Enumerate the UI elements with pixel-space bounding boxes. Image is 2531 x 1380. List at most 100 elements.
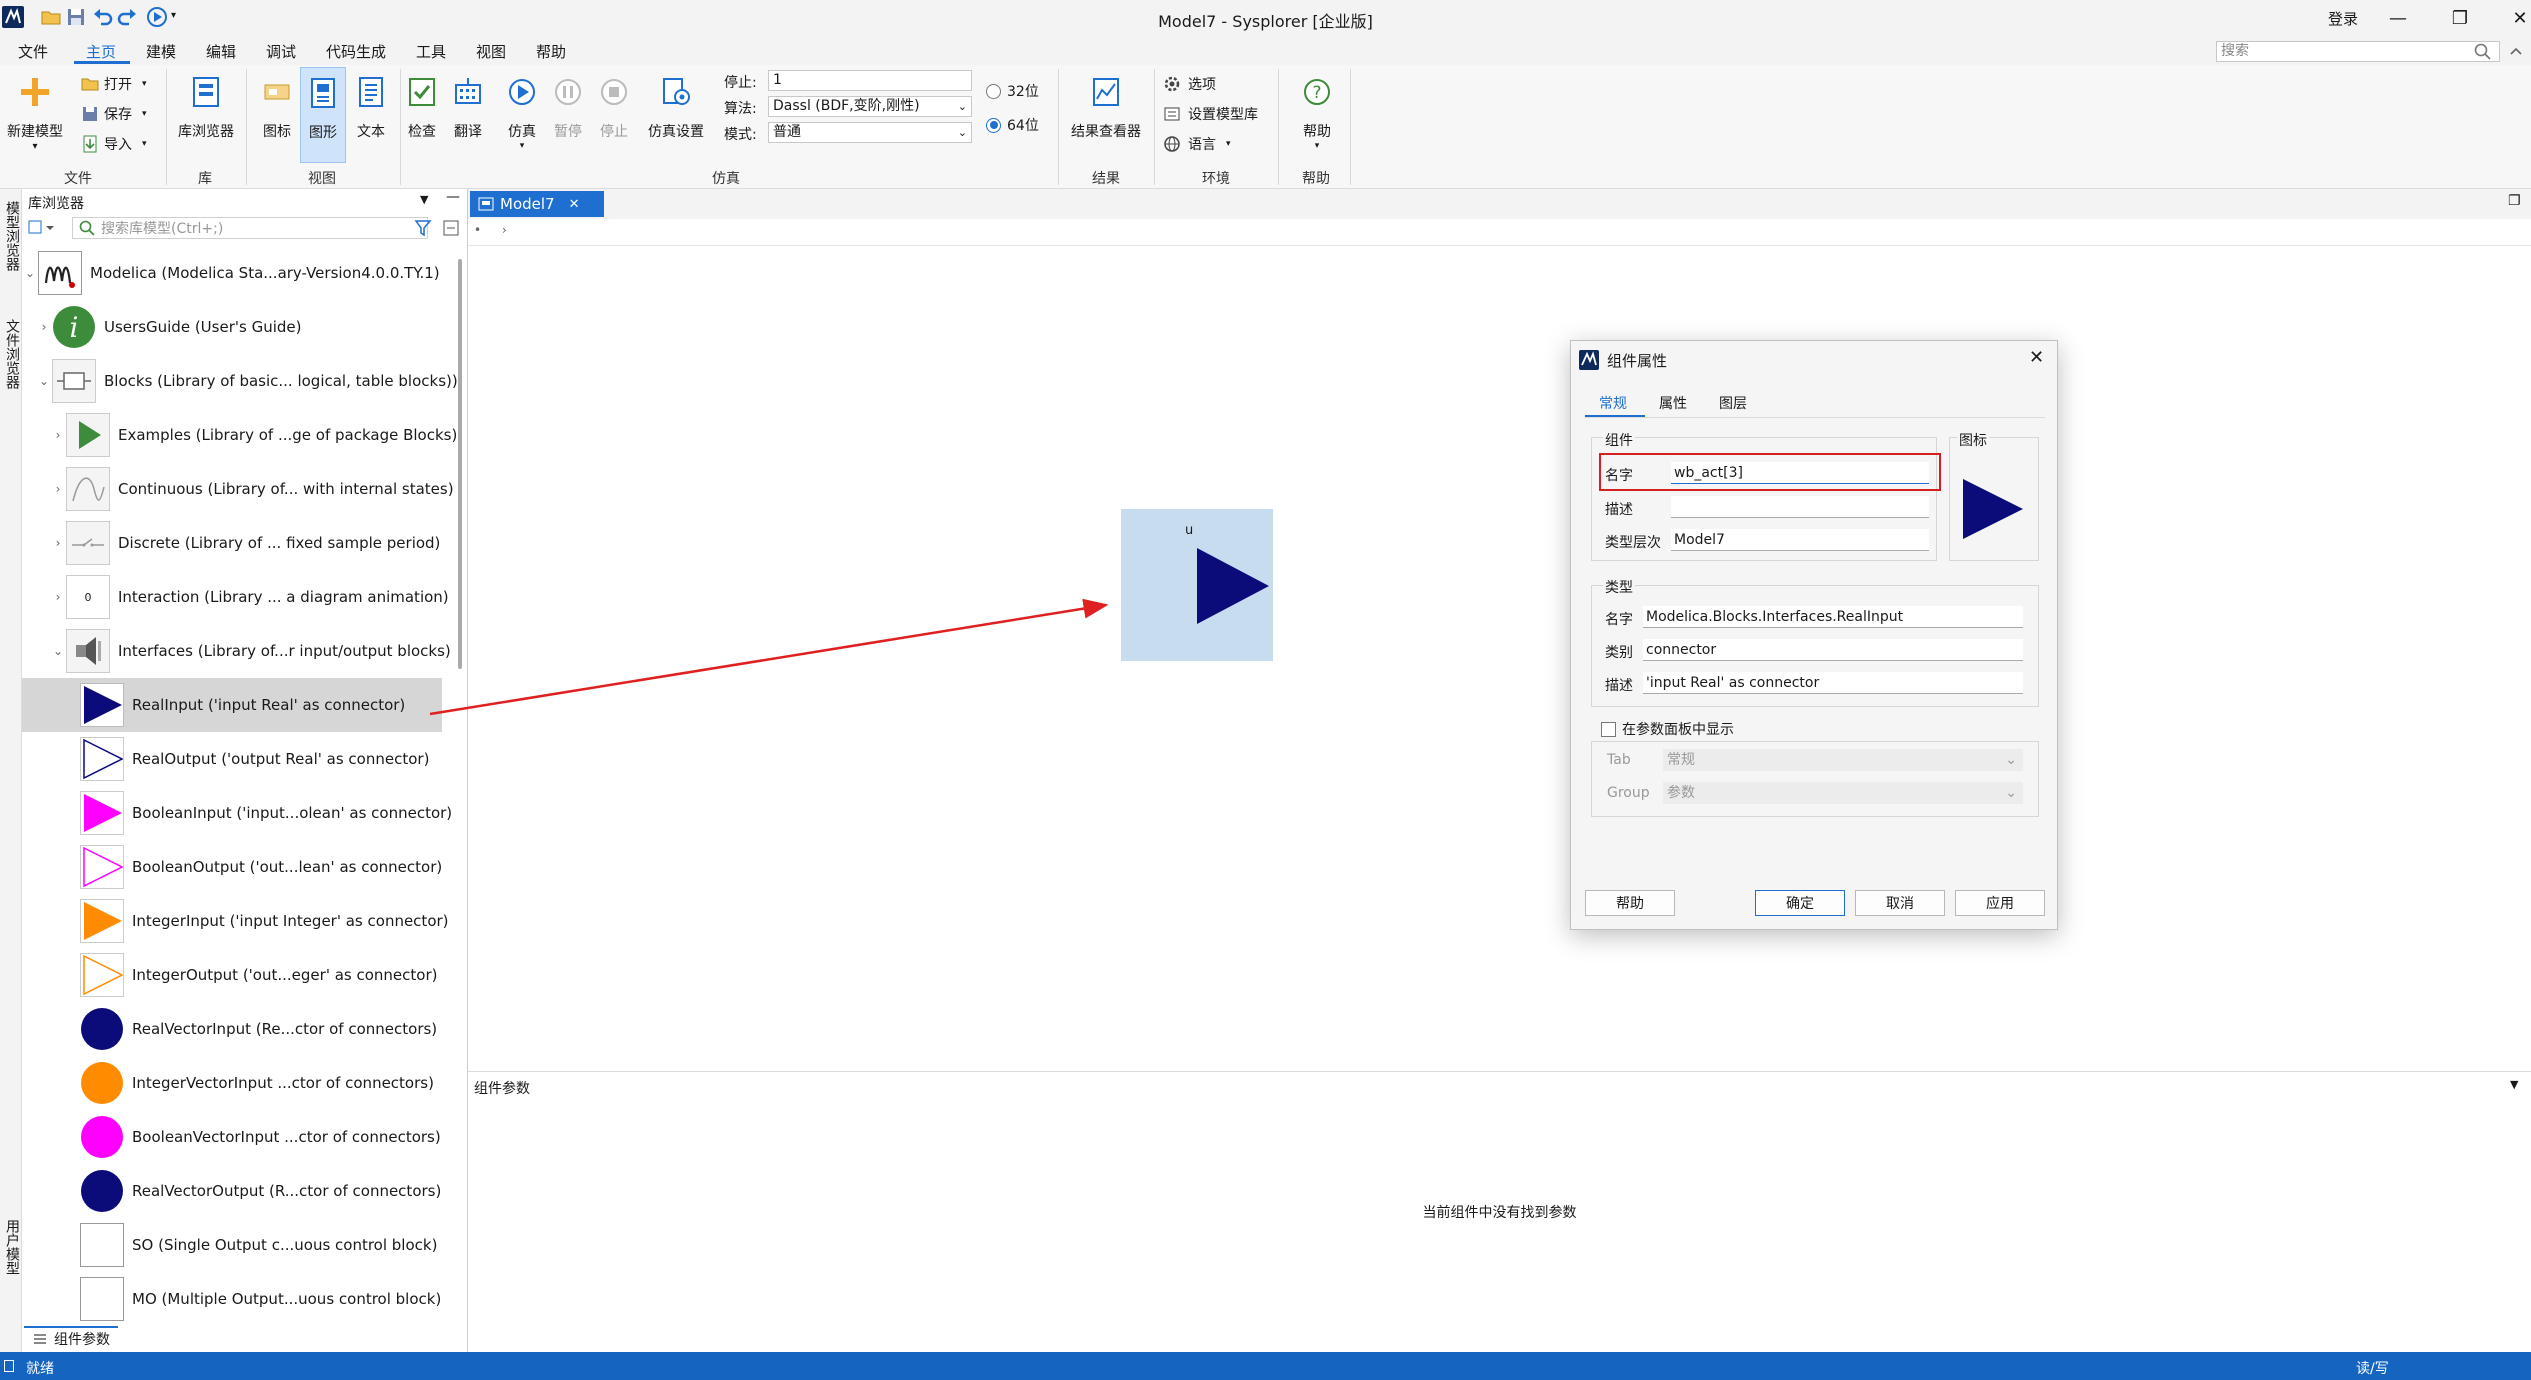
type-name-input[interactable]: Modelica.Blocks.Interfaces.RealInput: [1643, 606, 2023, 628]
group-field-select[interactable]: 参数 ⌄: [1663, 782, 2023, 804]
tab-view[interactable]: 视图: [476, 41, 506, 62]
chevron-right-icon[interactable]: ›: [50, 590, 66, 604]
help-button[interactable]: ? 帮助 ▾: [1290, 75, 1344, 165]
show-in-panel-checkbox[interactable]: 在参数面板中显示: [1601, 719, 1734, 739]
cancel-button[interactable]: 取消: [1855, 890, 1945, 916]
type-category-input[interactable]: connector: [1643, 639, 2023, 661]
stop-button[interactable]: 停止: [594, 75, 634, 155]
tree-item-usersguide[interactable]: › i UsersGuide (User's Guide): [22, 300, 462, 354]
description-input[interactable]: [1671, 496, 1929, 518]
algorithm-select[interactable]: Dassl (BDF,变阶,刚性) ⌄: [768, 96, 972, 117]
tab-help[interactable]: 帮助: [536, 41, 566, 62]
chevron-down-icon[interactable]: ⌄: [50, 644, 66, 658]
dialog-tab-layer[interactable]: 图层: [1719, 393, 1747, 413]
type-level-input[interactable]: Model7: [1671, 529, 1929, 551]
breadcrumb-arrow-icon[interactable]: ›: [502, 223, 507, 237]
language-button[interactable]: 语言 ▾: [1162, 133, 1231, 155]
tree-item-realvectorinput[interactable]: RealVectorInput (Re...ctor of connectors…: [22, 1002, 462, 1056]
tree-item-realinput[interactable]: RealInput ('input Real' as connector): [22, 678, 442, 732]
ribbon-collapse-icon[interactable]: [2508, 44, 2524, 60]
side-tab-file-browser[interactable]: 文件浏览器: [2, 319, 22, 389]
panel-menu-icon[interactable]: ▼: [420, 193, 428, 206]
tree-item-interfaces[interactable]: ⌄ Interfaces (Library of...r input/outpu…: [22, 624, 462, 678]
radio-64bit[interactable]: 64位: [986, 115, 1039, 135]
search-icon[interactable]: [2474, 43, 2492, 61]
minimize-icon[interactable]: —: [2368, 0, 2428, 37]
check-button[interactable]: 检查: [404, 75, 440, 155]
radio-32bit[interactable]: 32位: [986, 81, 1039, 101]
view-icon-button[interactable]: 图标: [254, 75, 300, 155]
view-diagram-button[interactable]: 图形: [300, 67, 346, 163]
realinput-component[interactable]: u: [1121, 509, 1273, 661]
sim-settings-button[interactable]: 仿真设置: [640, 75, 712, 155]
tree-item-integervectorinput[interactable]: IntegerVectorInput ...ctor of connectors…: [22, 1056, 462, 1110]
tree-item-integeroutput[interactable]: IntegerOutput ('out...eger' as connector…: [22, 948, 462, 1002]
close-tab-icon[interactable]: ✕: [569, 197, 580, 212]
name-input[interactable]: wb_act[3]: [1671, 462, 1929, 484]
tree-item-examples[interactable]: › Examples (Library of ...ge of package …: [22, 408, 462, 462]
close-window-icon[interactable]: ✕: [2490, 0, 2531, 37]
library-view-mode-icon[interactable]: [28, 219, 54, 237]
tree-item-so[interactable]: SO (Single Output c...uous control block…: [22, 1218, 462, 1272]
stop-time-input[interactable]: 1: [768, 70, 972, 91]
save-button[interactable]: 保存 ▾: [80, 103, 147, 125]
dialog-tab-attributes[interactable]: 属性: [1659, 393, 1687, 413]
side-tab-user-model[interactable]: 用户模型: [2, 1219, 22, 1275]
options-button[interactable]: 选项: [1162, 73, 1216, 95]
ok-button[interactable]: 确定: [1755, 890, 1845, 916]
tree-item-modelica[interactable]: ⌄ Modelica (Modelica Sta...ary-Version4.…: [22, 246, 462, 300]
simulate-button[interactable]: 仿真 ▾: [500, 75, 544, 165]
tree-item-integerinput[interactable]: IntegerInput ('input Integer' as connect…: [22, 894, 462, 948]
set-model-lib-button[interactable]: 设置模型库: [1162, 103, 1258, 125]
new-model-button[interactable]: 新建模型 ▾: [4, 75, 66, 165]
tree-item-mo[interactable]: MO (Multiple Output...uous control block…: [22, 1272, 462, 1326]
restore-icon[interactable]: ❐: [2430, 0, 2490, 37]
import-button[interactable]: 导入 ▾: [80, 133, 147, 155]
tree-item-continuous[interactable]: › Continuous (Library of... with interna…: [22, 462, 462, 516]
chevron-right-icon[interactable]: ›: [50, 482, 66, 496]
chevron-right-icon[interactable]: ›: [50, 428, 66, 442]
panel-restore-icon[interactable]: ❐: [2508, 193, 2521, 209]
pause-button[interactable]: 暂停: [548, 75, 588, 155]
tab-debug[interactable]: 调试: [266, 41, 296, 62]
tab-file[interactable]: 文件: [18, 41, 48, 62]
tree-item-realoutput[interactable]: RealOutput ('output Real' as connector): [22, 732, 462, 786]
tree-item-blocks[interactable]: ⌄ Blocks (Library of basic... logical, t…: [22, 354, 462, 408]
view-text-button[interactable]: 文本: [348, 75, 394, 155]
library-browser-button[interactable]: 库浏览器: [172, 75, 240, 155]
tree-item-interaction[interactable]: › 0 Interaction (Library ... a diagram a…: [22, 570, 462, 624]
filter-icon[interactable]: [414, 219, 434, 237]
tree-item-booleanoutput[interactable]: BooleanOutput ('out...lean' as connector…: [22, 840, 462, 894]
mode-select[interactable]: 普通 ⌄: [768, 122, 972, 143]
tree-item-booleanvectorinput[interactable]: BooleanVectorInput ...ctor of connectors…: [22, 1110, 462, 1164]
chevron-down-icon[interactable]: ⌄: [36, 374, 52, 388]
tab-model7[interactable]: Model7 ✕: [470, 191, 604, 217]
dialog-tab-general[interactable]: 常规: [1599, 393, 1627, 413]
library-search-input[interactable]: 搜索库模型(Ctrl+;): [72, 217, 428, 239]
tab-modeling[interactable]: 建模: [146, 41, 176, 62]
apply-button[interactable]: 应用: [1955, 890, 2045, 916]
type-description-input[interactable]: 'input Real' as connector: [1643, 672, 2023, 694]
collapse-all-icon[interactable]: [442, 219, 462, 237]
tab-home[interactable]: 主页: [86, 41, 116, 62]
panel-dropdown-icon[interactable]: ▼: [2510, 1078, 2518, 1091]
side-tab-model-browser[interactable]: 模型浏览器: [2, 201, 22, 271]
help-button[interactable]: 帮助: [1585, 890, 1675, 916]
chevron-right-icon[interactable]: ›: [50, 536, 66, 550]
tree-item-realvectoroutput[interactable]: RealVectorOutput (R...ctor of connectors…: [22, 1164, 462, 1218]
login-link[interactable]: 登录: [2328, 8, 2358, 29]
chevron-right-icon[interactable]: ›: [36, 320, 52, 334]
chevron-down-icon[interactable]: ⌄: [22, 266, 38, 280]
search-input[interactable]: 搜索: [2216, 41, 2500, 62]
bottom-params-tab[interactable]: 组件参数: [24, 1326, 118, 1350]
tab-edit[interactable]: 编辑: [206, 41, 236, 62]
tab-field-select[interactable]: 常规 ⌄: [1663, 749, 2023, 771]
translate-button[interactable]: 翻译: [450, 75, 486, 155]
panel-minimize-icon[interactable]: —: [446, 189, 460, 205]
dialog-close-icon[interactable]: ✕: [2029, 347, 2044, 368]
result-viewer-button[interactable]: 结果查看器: [1064, 75, 1148, 155]
tree-item-booleaninput[interactable]: BooleanInput ('input...olean' as connect…: [22, 786, 462, 840]
tab-codegen[interactable]: 代码生成: [326, 41, 386, 62]
tree-item-discrete[interactable]: › Discrete (Library of ... fixed sample …: [22, 516, 462, 570]
tab-tools[interactable]: 工具: [416, 41, 446, 62]
